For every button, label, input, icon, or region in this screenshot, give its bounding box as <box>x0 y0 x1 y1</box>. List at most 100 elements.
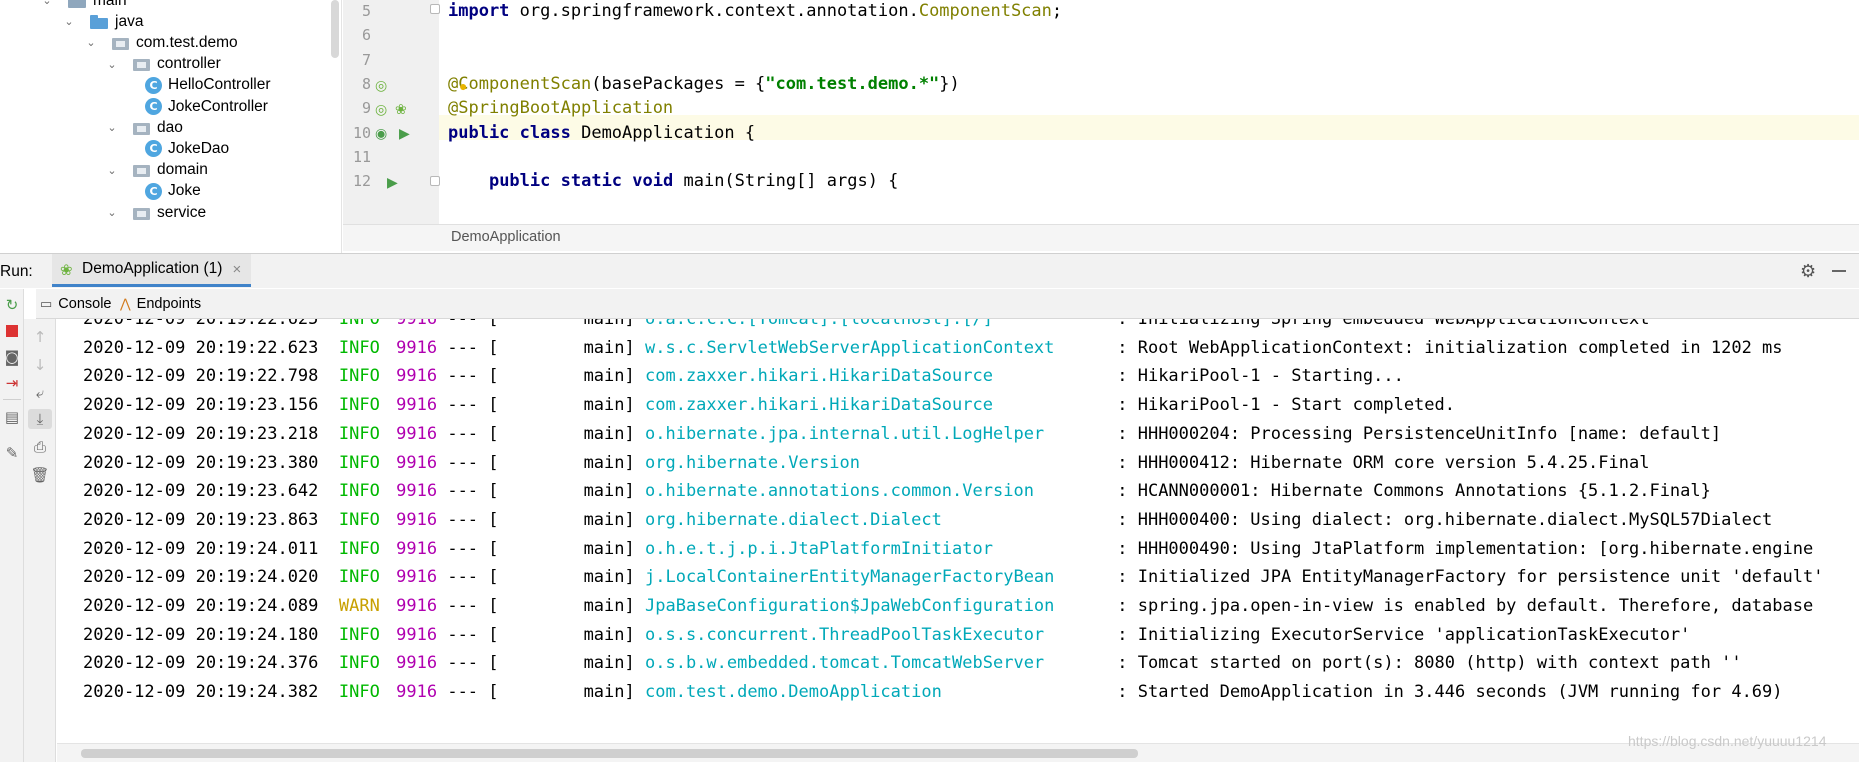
console-output[interactable]: 2020-12-09 20:19:22.625 INFO 9916 --- [m… <box>57 319 1859 743</box>
editor-breadcrumb-bar: DemoApplication <box>343 224 1859 251</box>
camera-icon[interactable]: ◙ <box>2 347 22 367</box>
tree-scrollbar[interactable] <box>331 0 339 58</box>
log-date: 2020-12-09 20:19:24.011 <box>83 538 319 559</box>
log-logger: JpaBaseConfiguration$JpaWebConfiguration <box>645 596 1055 616</box>
log-message: Initializing ExecutorService 'applicatio… <box>1137 624 1691 645</box>
class-icon: C <box>145 76 162 94</box>
gear-icon[interactable]: ⚙ <box>1800 261 1816 282</box>
code-line: @SpringBootApplication <box>448 98 674 119</box>
layout-icon[interactable]: ▤ <box>2 407 22 427</box>
tree-item-label: Joke <box>168 182 201 200</box>
spring-boot-icon[interactable]: ❀ <box>395 101 407 118</box>
package-icon <box>133 163 150 178</box>
run-config-tab[interactable]: ❀ DemoApplication (1) × <box>52 254 252 287</box>
chevron-down-icon[interactable]: ⌄ <box>105 121 119 134</box>
log-logger: com.test.demo.DemoApplication <box>645 682 942 703</box>
tree-item-label: domain <box>157 161 208 179</box>
log-message: HHH000412: Hibernate ORM core version 5.… <box>1137 452 1650 473</box>
log-message: Initializing Spring embedded WebApplicat… <box>1137 319 1650 329</box>
log-logger: org.hibernate.Version <box>645 452 860 473</box>
log-thread: main <box>583 337 625 358</box>
log-date: 2020-12-09 20:19:24.180 <box>83 624 319 645</box>
up-arrow-icon[interactable]: ↑ <box>30 327 50 347</box>
chevron-down-icon[interactable]: ⌄ <box>40 0 54 7</box>
log-date: 2020-12-09 20:19:22.625 <box>83 319 319 329</box>
tree-item-label: main <box>93 0 127 9</box>
tree-item[interactable]: ⌄ service <box>105 200 206 225</box>
fold-marker-icon[interactable] <box>430 4 440 14</box>
log-message: HHH000400: Using dialect: org.hibernate.… <box>1137 509 1773 530</box>
console-icon: ▭ <box>40 296 53 311</box>
run-toolbar-secondary: ↑ ↓ ⤶ ⤓ ⎙ 🗑 <box>24 319 56 762</box>
bean-icon[interactable]: ◉ <box>375 125 387 142</box>
log-date: 2020-12-09 20:19:24.089 <box>83 596 319 616</box>
soft-wrap-icon[interactable]: ⤶ <box>30 383 50 403</box>
log-line: 2020-12-09 20:19:23.218 INFO 9916 --- [m… <box>83 423 1722 444</box>
line-number: 11 <box>352 147 371 166</box>
project-tree: ⌄ main ⌄ java ⌄ com.test.demo ⌄ controller C Hell… <box>0 0 342 253</box>
stop-icon[interactable] <box>2 321 22 341</box>
package-icon <box>133 121 150 135</box>
log-level: INFO <box>338 452 380 473</box>
log-pid: 9916 <box>396 319 438 329</box>
log-line: 2020-12-09 20:19:23.642 INFO 9916 --- [m… <box>83 481 1711 502</box>
log-thread: main <box>583 395 625 416</box>
run-gutter-icon[interactable]: ▶ <box>387 174 398 191</box>
log-pid: 9916 <box>396 682 438 703</box>
log-logger: j.LocalContainerEntityManagerFactoryBean <box>645 567 1055 588</box>
minimize-icon[interactable] <box>1832 270 1846 272</box>
tree-item-label: java <box>115 12 144 30</box>
trash-icon[interactable]: 🗑 <box>30 465 50 485</box>
run-toolbar-primary: ↻ ◙ ⇥ ▤ ✎ <box>0 289 24 762</box>
log-thread: main <box>583 452 625 473</box>
bean-icon[interactable]: ◎ <box>375 101 387 118</box>
code-editor[interactable]: 5 6 7 8 9 10 11 12 ◎ ◎ ❀ ◉ ▶ ▶ import org.springframe… <box>343 0 1859 224</box>
tab-console[interactable]: ▭ Console <box>40 289 112 319</box>
log-pid: 9916 <box>396 538 438 559</box>
rerun-icon[interactable]: ↻ <box>2 295 22 315</box>
line-number: 8 <box>361 74 371 93</box>
run-gutter-icon[interactable]: ▶ <box>399 125 410 142</box>
log-pid: 9916 <box>396 596 438 616</box>
scrollbar-thumb[interactable] <box>81 749 1138 758</box>
tree-item-label: com.test.demo <box>136 33 238 51</box>
close-icon[interactable]: × <box>232 261 241 278</box>
class-icon: C <box>145 98 162 115</box>
bean-icon[interactable]: ◎ <box>375 77 387 94</box>
log-logger: o.a.c.c.C.[Tomcat].[localhost].[/] <box>645 319 993 329</box>
package-icon <box>112 36 129 50</box>
log-line: 2020-12-09 20:19:24.011 INFO 9916 --- [m… <box>83 538 1814 559</box>
class-icon: C <box>145 140 162 158</box>
pin-icon[interactable]: ✎ <box>2 443 22 463</box>
log-thread: main <box>583 481 625 502</box>
lightbulb-icon[interactable]: ● <box>459 78 467 94</box>
chevron-down-icon[interactable]: ⌄ <box>105 164 119 177</box>
down-arrow-icon[interactable]: ↓ <box>30 355 50 375</box>
tab-endpoints[interactable]: ⋀ Endpoints <box>120 289 201 319</box>
line-number: 7 <box>361 50 371 69</box>
exit-icon[interactable]: ⇥ <box>2 373 22 393</box>
log-pid: 9916 <box>396 337 438 358</box>
class-icon: C <box>145 182 162 200</box>
log-message: spring.jpa.open-in-view is enabled by de… <box>1137 596 1814 616</box>
log-logger: org.hibernate.dialect.Dialect <box>645 509 942 530</box>
log-date: 2020-12-09 20:19:23.156 <box>83 395 319 416</box>
code-line: public class DemoApplication { <box>448 122 756 143</box>
log-pid: 9916 <box>396 423 438 444</box>
log-thread: main <box>583 423 625 444</box>
scroll-to-end-icon[interactable]: ⤓ <box>28 409 52 429</box>
fold-marker-icon[interactable] <box>430 176 440 186</box>
log-line: 2020-12-09 20:19:22.798 INFO 9916 --- [m… <box>83 366 1404 387</box>
log-thread: main <box>583 624 625 645</box>
print-icon[interactable]: ⎙ <box>30 437 50 457</box>
chevron-down-icon[interactable]: ⌄ <box>105 58 119 71</box>
console-horizontal-scrollbar[interactable] <box>57 743 1859 762</box>
log-thread: main <box>583 567 625 588</box>
chevron-down-icon[interactable]: ⌄ <box>84 36 98 49</box>
log-pid: 9916 <box>396 452 438 473</box>
run-tool-window-header: Run: ❀ DemoApplication (1) × ⚙ <box>0 253 1859 288</box>
breadcrumb-class[interactable]: DemoApplication <box>451 229 561 245</box>
chevron-down-icon[interactable]: ⌄ <box>62 15 76 28</box>
log-logger: com.zaxxer.hikari.HikariDataSource <box>645 395 993 416</box>
chevron-down-icon[interactable]: ⌄ <box>105 206 119 219</box>
